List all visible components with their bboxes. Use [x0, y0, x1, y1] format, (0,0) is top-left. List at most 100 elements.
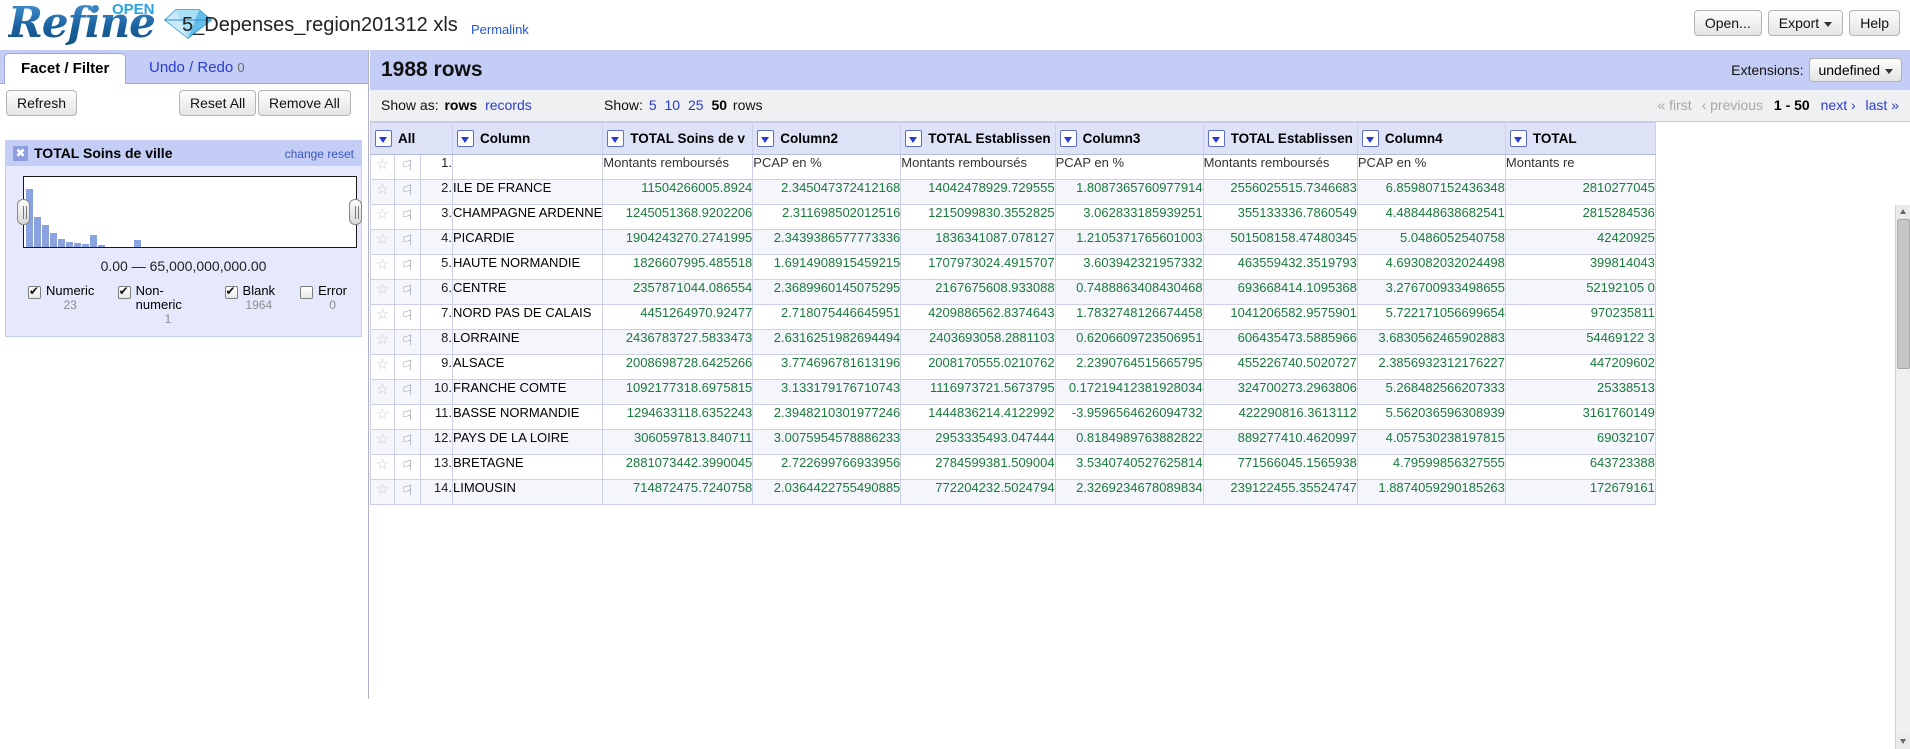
- star-icon[interactable]: ☆: [376, 331, 389, 348]
- cell-value[interactable]: 3.6830562465902883: [1357, 330, 1505, 355]
- cell-value[interactable]: 1.8874059290185263: [1357, 480, 1505, 505]
- cell-value[interactable]: 771566045.1565938: [1203, 455, 1357, 480]
- row-star-cell[interactable]: ☆: [371, 380, 395, 405]
- cell-value[interactable]: 1041206582.9575901: [1203, 305, 1357, 330]
- cell-value[interactable]: 5.0486052540758: [1357, 230, 1505, 255]
- cell-value[interactable]: 2.3439386577773336: [753, 230, 901, 255]
- table-row[interactable]: ☆⚐5.HAUTE NORMANDIE1826607995.4855181.69…: [371, 255, 1776, 280]
- row-flag-cell[interactable]: ⚐: [395, 480, 421, 505]
- cell-value[interactable]: 714872475.7240758: [603, 480, 753, 505]
- cell-value[interactable]: 970235811: [1505, 305, 1655, 330]
- chevron-down-icon[interactable]: [375, 130, 392, 147]
- cell-value[interactable]: 3.133179176710743: [753, 380, 901, 405]
- flag-icon[interactable]: ⚐: [401, 180, 414, 200]
- cell-value[interactable]: 324700273.2963806: [1203, 380, 1357, 405]
- star-icon[interactable]: ☆: [376, 256, 389, 273]
- cell-value[interactable]: 2167675608.933088: [901, 280, 1055, 305]
- row-star-cell[interactable]: ☆: [371, 255, 395, 280]
- cell-value[interactable]: 172679161: [1505, 480, 1655, 505]
- cell-value[interactable]: 2.3948210301977246: [753, 405, 901, 430]
- star-icon[interactable]: ☆: [376, 156, 389, 173]
- cell-value[interactable]: 1245051368.9202206: [603, 205, 753, 230]
- cell-region-name[interactable]: CHAMPAGNE ARDENNE: [453, 205, 603, 230]
- flag-icon[interactable]: ⚐: [401, 430, 414, 450]
- cell-value[interactable]: 2.2390764515665795: [1055, 355, 1203, 380]
- cell-subheader[interactable]: Montants remboursés: [603, 155, 753, 180]
- table-row[interactable]: ☆⚐2.ILE DE FRANCE11504266005.89242.34504…: [371, 180, 1776, 205]
- chevron-down-icon[interactable]: [457, 130, 474, 147]
- help-button[interactable]: Help: [1849, 10, 1900, 36]
- cell-value[interactable]: 5.268482566207333: [1357, 380, 1505, 405]
- column-header-total-soins[interactable]: TOTAL Soins de v: [603, 123, 753, 155]
- cell-value[interactable]: 2815284536: [1505, 205, 1655, 230]
- cell-value[interactable]: 2.345047372412168: [753, 180, 901, 205]
- remove-all-button[interactable]: Remove All: [258, 90, 351, 116]
- cell-subheader[interactable]: PCAP en %: [1055, 155, 1203, 180]
- pagination-last[interactable]: last »: [1866, 97, 1899, 113]
- show-as-records-option[interactable]: records: [485, 97, 532, 113]
- star-icon[interactable]: ☆: [376, 206, 389, 223]
- cell-value[interactable]: 1294633118.6352243: [603, 405, 753, 430]
- column-header-total-etab-1[interactable]: TOTAL Establissen: [901, 123, 1055, 155]
- cell-value[interactable]: 1.2105371765601003: [1055, 230, 1203, 255]
- row-flag-cell[interactable]: ⚐: [395, 380, 421, 405]
- chevron-down-icon[interactable]: [905, 130, 922, 147]
- facet-change-link[interactable]: change: [285, 147, 324, 161]
- star-icon[interactable]: ☆: [376, 281, 389, 298]
- cell-subheader[interactable]: Montants remboursés: [901, 155, 1055, 180]
- cell-value[interactable]: 3.276700933498655: [1357, 280, 1505, 305]
- row-flag-cell[interactable]: ⚐: [395, 330, 421, 355]
- tab-undo-redo[interactable]: Undo / Redo 0: [133, 53, 261, 84]
- cell-value[interactable]: 25338513: [1505, 380, 1655, 405]
- cell-subheader[interactable]: PCAP en %: [753, 155, 901, 180]
- column-header-total[interactable]: TOTAL: [1505, 123, 1655, 155]
- export-button[interactable]: Export: [1768, 10, 1843, 36]
- flag-icon[interactable]: ⚐: [401, 280, 414, 300]
- flag-icon[interactable]: ⚐: [401, 155, 414, 175]
- flag-icon[interactable]: ⚐: [401, 455, 414, 475]
- cell-value[interactable]: 14042478929.729555: [901, 180, 1055, 205]
- table-row[interactable]: ☆⚐12.PAYS DE LA LOIRE3060597813.8407113.…: [371, 430, 1776, 455]
- cell-value[interactable]: 2403693058.2881103: [901, 330, 1055, 355]
- row-star-cell[interactable]: ☆: [371, 330, 395, 355]
- row-star-cell[interactable]: ☆: [371, 230, 395, 255]
- table-row[interactable]: ☆⚐6.CENTRE2357871044.0865542.36899601450…: [371, 280, 1776, 305]
- cell-value[interactable]: 1826607995.485518: [603, 255, 753, 280]
- cell-value[interactable]: 2.3856932312176227: [1357, 355, 1505, 380]
- cell-value[interactable]: 1.6914908915459215: [753, 255, 901, 280]
- row-flag-cell[interactable]: ⚐: [395, 355, 421, 380]
- table-row[interactable]: ☆⚐4.PICARDIE1904243270.27419952.34393865…: [371, 230, 1776, 255]
- star-icon[interactable]: ☆: [376, 381, 389, 398]
- cell-region-name[interactable]: [453, 155, 603, 180]
- table-row[interactable]: ☆⚐8.LORRAINE2436783727.58334732.63162519…: [371, 330, 1776, 355]
- cell-value[interactable]: 447209602: [1505, 355, 1655, 380]
- numeric-checkbox[interactable]: [28, 286, 41, 299]
- cell-value[interactable]: 52192105 0: [1505, 280, 1655, 305]
- row-flag-cell[interactable]: ⚐: [395, 430, 421, 455]
- show-50-option[interactable]: 50: [711, 97, 727, 113]
- cell-value[interactable]: 5.562036596308939: [1357, 405, 1505, 430]
- non-numeric-checkbox[interactable]: [118, 286, 131, 299]
- cell-value[interactable]: 643723388: [1505, 455, 1655, 480]
- row-star-cell[interactable]: ☆: [371, 430, 395, 455]
- cell-subheader[interactable]: PCAP en %: [1357, 155, 1505, 180]
- scroll-down-button[interactable]: [1896, 735, 1910, 749]
- row-flag-cell[interactable]: ⚐: [395, 405, 421, 430]
- cell-value[interactable]: 4.693082032024498: [1357, 255, 1505, 280]
- column-header-column2[interactable]: Column2: [753, 123, 901, 155]
- cell-value[interactable]: 1.8087365760977914: [1055, 180, 1203, 205]
- cell-value[interactable]: 239122455.35524747: [1203, 480, 1357, 505]
- facet-flag-numeric[interactable]: Numeric 23: [28, 284, 94, 312]
- cell-value[interactable]: 2008170555.0210762: [901, 355, 1055, 380]
- star-icon[interactable]: ☆: [376, 181, 389, 198]
- row-flag-cell[interactable]: ⚐: [395, 305, 421, 330]
- cell-value[interactable]: 0.17219412381928034: [1055, 380, 1203, 405]
- cell-value[interactable]: 69032107: [1505, 430, 1655, 455]
- cell-value[interactable]: 2.3269234678089834: [1055, 480, 1203, 505]
- cell-value[interactable]: 3.774696781613196: [753, 355, 901, 380]
- star-icon[interactable]: ☆: [376, 306, 389, 323]
- column-header-all[interactable]: All: [371, 123, 453, 155]
- star-icon[interactable]: ☆: [376, 481, 389, 498]
- cell-region-name[interactable]: HAUTE NORMANDIE: [453, 255, 603, 280]
- cell-value[interactable]: 1836341087.078127: [901, 230, 1055, 255]
